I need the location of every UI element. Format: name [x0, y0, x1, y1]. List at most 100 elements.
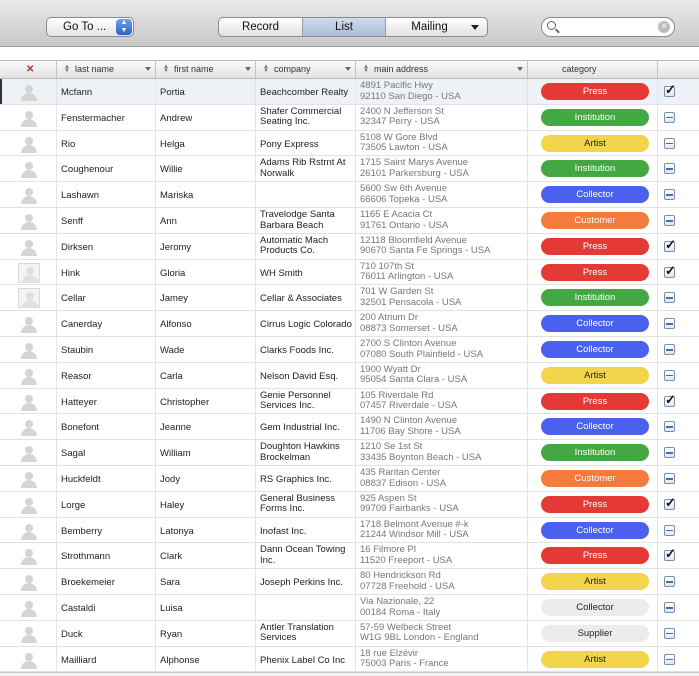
table-row[interactable]: Strothmann Clark Dann Ocean Towing Inc. 16 F…: [0, 543, 699, 570]
table-row[interactable]: Senff Ann Travelodge Santa Barbara Beach 116…: [0, 208, 699, 234]
table-row[interactable]: Fenstermacher Andrew Shafer Commercial Seat…: [0, 104, 699, 131]
column-header-company[interactable]: ▲ ▼ company: [256, 61, 356, 78]
table-row[interactable]: Hatteyer Christopher Genie Personnel Servic…: [0, 388, 699, 415]
table-row[interactable]: Castaldi Luisa Via Nazionale, 22 00184 Roma…: [0, 595, 699, 621]
address-text: 57-59 Welbeck Street W1G 9BL London - Eng…: [360, 622, 478, 644]
table-row[interactable]: Hink Gloria WH Smith 710 107th St 76011 Arli…: [0, 259, 699, 286]
table-row[interactable]: Bemberry Latonya Inofast Inc. 1718 Belmont …: [0, 517, 699, 544]
row-checkbox[interactable]: [664, 237, 676, 253]
tab-list[interactable]: List: [303, 18, 386, 36]
column-menu-icon[interactable]: [245, 67, 251, 71]
column-header-main-address[interactable]: ▲ ▼ main address: [356, 61, 528, 78]
row-checkbox[interactable]: [664, 215, 675, 226]
category-badge[interactable]: Institution: [541, 108, 649, 126]
row-checkbox[interactable]: [664, 137, 675, 149]
row-checkbox[interactable]: [664, 318, 675, 330]
row-checkbox[interactable]: [664, 369, 675, 381]
delete-column-header[interactable]: ✕: [0, 61, 57, 78]
address-text: 1900 Wyatt Dr 95054 Santa Clara - USA: [360, 364, 467, 386]
column-header-last-name[interactable]: ▲ ▼ last name: [57, 61, 156, 78]
last-name-text: Mcfann: [61, 87, 92, 98]
category-badge[interactable]: Institution: [541, 289, 649, 307]
table-row[interactable]: Broekemeier Sara Joseph Perkins Inc. 80 Hen…: [0, 569, 699, 595]
category-badge[interactable]: Artist: [541, 650, 649, 668]
first-name-text-line: Luisa: [160, 603, 183, 614]
table-row[interactable]: Canerday Alfonso Cirrus Logic Colorado 200 …: [0, 311, 699, 337]
row-checkbox[interactable]: [664, 111, 675, 123]
table-row[interactable]: Coughenour Willie Adams Rib Rstrnt At Norwa…: [0, 156, 699, 183]
row-checkbox[interactable]: [664, 473, 675, 484]
table-row[interactable]: Lorge Haley General Business Forms Inc. 925 …: [0, 491, 699, 518]
avatar-icon: [18, 650, 40, 670]
category-badge[interactable]: Press: [541, 495, 649, 513]
category-badge[interactable]: Customer: [541, 212, 649, 229]
search-field[interactable]: ×: [541, 17, 675, 37]
row-checkbox[interactable]: [664, 627, 675, 639]
category-badge[interactable]: Institution: [541, 444, 649, 462]
category-badge[interactable]: Collector: [541, 521, 649, 539]
column-header-first-name[interactable]: ▲ ▼ first name: [156, 61, 256, 78]
avatar-icon: [18, 108, 40, 128]
table-row[interactable]: Rio Helga Pony Express 5108 W Gore Blvd 7350…: [0, 130, 699, 157]
category-badge[interactable]: Press: [541, 392, 649, 410]
table-row[interactable]: Mcfann Portia Beachcomber Realty 4891 Pacif…: [0, 79, 699, 105]
row-checkbox[interactable]: [664, 495, 676, 511]
category-badge[interactable]: Press: [541, 83, 649, 100]
category-badge[interactable]: Collector: [541, 186, 649, 204]
row-checkbox[interactable]: [664, 421, 675, 433]
address-text-line: 08873 Somerset - USA: [360, 322, 458, 334]
row-checkbox[interactable]: [664, 344, 675, 355]
clear-search-icon[interactable]: ×: [658, 21, 670, 33]
company-text-line: Brockelman: [260, 451, 311, 463]
company-text-line: Cirrus Logic Colorado: [260, 319, 352, 331]
table-row[interactable]: Reasor Carla Nelson David Esq. 1900 Wyatt D…: [0, 362, 699, 389]
category-badge[interactable]: Artist: [541, 134, 649, 152]
last-name-text-line: Mcfann: [61, 87, 93, 98]
category-badge[interactable]: Collector: [541, 341, 649, 358]
table-row[interactable]: Huckfeldt Jody RS Graphics Inc. 435 Raritan…: [0, 466, 699, 492]
row-checkbox[interactable]: [664, 576, 675, 588]
table-row[interactable]: Bonefont Jeanne Gem Industrial Inc. 1490 N …: [0, 414, 699, 441]
tab-record[interactable]: Record: [219, 18, 303, 36]
column-menu-icon[interactable]: [517, 67, 523, 71]
last-name-text: Duck: [61, 629, 83, 640]
row-checkbox[interactable]: [664, 447, 675, 459]
avatar-icon: [18, 624, 40, 644]
column-menu-icon[interactable]: [145, 67, 151, 71]
tab-mailing[interactable]: Mailing: [386, 18, 487, 36]
category-badge[interactable]: Press: [541, 237, 649, 255]
category-badge[interactable]: Collector: [541, 315, 649, 333]
row-checkbox[interactable]: [664, 546, 676, 562]
column-menu-icon[interactable]: [345, 67, 351, 71]
category-badge[interactable]: Collector: [541, 418, 649, 436]
row-checkbox[interactable]: [664, 263, 676, 279]
table-row[interactable]: Dirksen Jeromy Automatic Mach Products Co. 1…: [0, 233, 699, 260]
table-row[interactable]: Cellar Jamey Cellar & Associates 701 W Gard…: [0, 285, 699, 312]
table-row[interactable]: Lashawn Mariska 5600 Sw 6th Avenue 66606 To…: [0, 182, 699, 208]
row-checkbox[interactable]: [664, 189, 675, 201]
table-row[interactable]: Duck Ryan Antler Translation Services 57-59 …: [0, 620, 699, 647]
row-checkbox[interactable]: [664, 602, 675, 613]
category-badge[interactable]: Supplier: [541, 624, 649, 642]
category-badge[interactable]: Artist: [541, 366, 649, 384]
row-checkbox[interactable]: [664, 82, 676, 98]
table-row[interactable]: Sagal William Doughton Hawkins Brockelman 12…: [0, 440, 699, 466]
column-header-checkbox: [658, 61, 699, 78]
table-row[interactable]: Staubin Wade Clarks Foods Inc. 2700 S Clint…: [0, 337, 699, 363]
row-checkbox[interactable]: [664, 524, 675, 536]
column-header-category[interactable]: category: [528, 61, 658, 78]
category-badge[interactable]: Press: [541, 547, 649, 565]
table-row[interactable]: Mailliard Alphonse Phenix Label Co Inc 18 r…: [0, 646, 699, 673]
row-checkbox[interactable]: [664, 292, 675, 304]
avatar-icon: [18, 469, 40, 489]
goto-popup-button[interactable]: Go To ... ▲ ▼: [46, 17, 134, 37]
row-checkbox[interactable]: [664, 653, 675, 665]
category-badge[interactable]: Collector: [541, 599, 649, 616]
category-badge[interactable]: Institution: [541, 160, 649, 178]
avatar-icon: [18, 211, 40, 231]
category-badge[interactable]: Press: [541, 263, 649, 281]
category-badge[interactable]: Customer: [541, 470, 649, 487]
row-checkbox[interactable]: [664, 163, 675, 175]
row-checkbox[interactable]: [664, 392, 676, 408]
category-badge[interactable]: Artist: [541, 573, 649, 591]
